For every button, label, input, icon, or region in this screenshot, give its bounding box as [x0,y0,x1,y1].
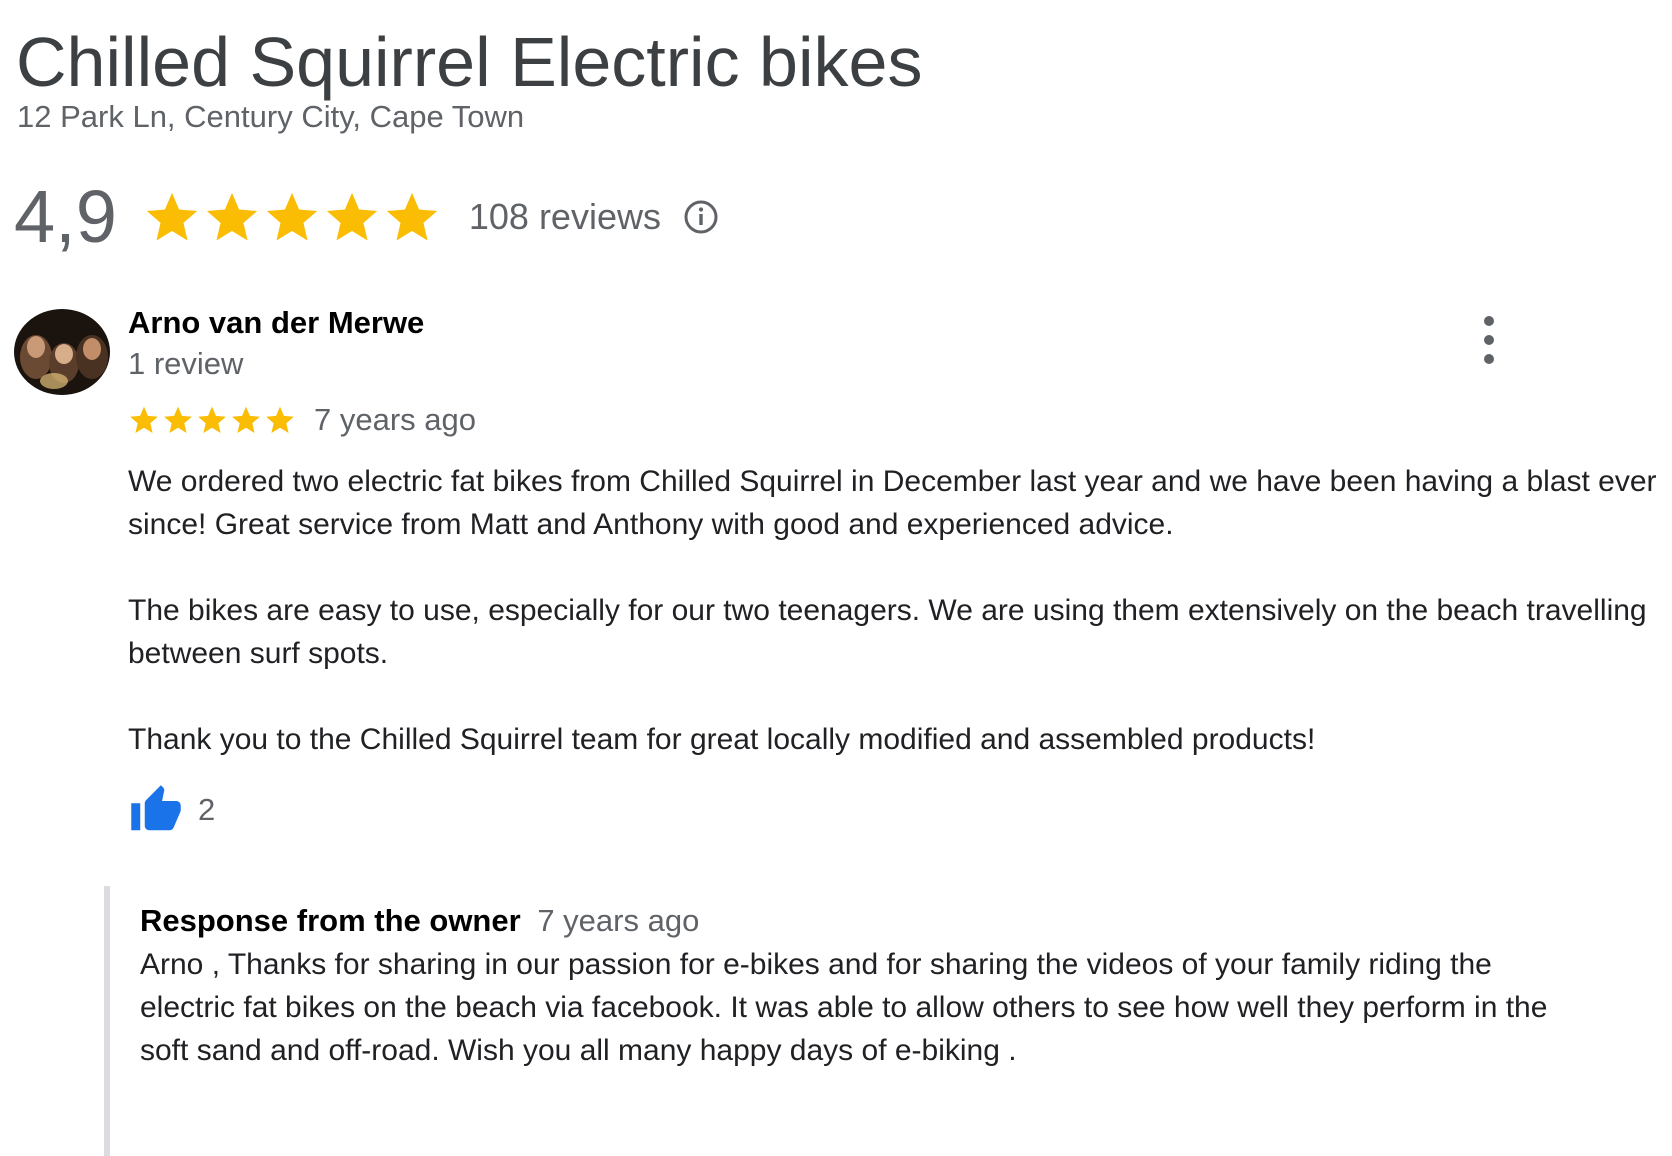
rating-summary: 4,9 108 reviews [14,172,719,262]
reviewer-name[interactable]: Arno van der Merwe [128,304,424,342]
review-count-link[interactable]: 108 reviews [469,196,661,238]
avatar[interactable] [14,309,110,395]
star-icon [206,192,258,241]
thumbs-up-icon [131,785,181,831]
owner-response-title: Response from the owner [140,903,521,938]
review-rating-row: 7 years ago [128,400,476,440]
like-button[interactable]: 2 [128,780,215,840]
review-stars [128,404,296,436]
business-name: Chilled Squirrel Electric bikes [16,23,923,101]
business-address: 12 Park Ln, Century City, Cape Town [17,99,525,134]
review-paragraph: We ordered two electric fat bikes from C… [128,465,1657,541]
owner-response-header: Response from the owner 7 years ago [140,902,699,940]
like-count: 2 [198,792,216,827]
star-icon [130,406,158,433]
owner-response-date: 7 years ago [537,903,700,938]
review-body: We ordered two electric fat bikes from C… [128,460,1658,804]
owner-response-text: Arno , Thanks for sharing in our passion… [140,948,1548,1067]
more-vert-icon[interactable] [1472,316,1506,364]
info-icon[interactable] [683,199,719,235]
owner-response: Response from the owner 7 years ago Arno… [104,886,1670,1156]
review-page: Chilled Squirrel Electric bikes 12 Park … [0,0,1672,1156]
star-icon [386,192,438,241]
star-icon [198,406,226,433]
rating-value: 4,9 [14,175,117,258]
star-icon [266,406,294,433]
rating-stars [143,188,441,246]
star-icon [232,406,260,433]
star-icon [146,192,198,241]
star-icon [164,406,192,433]
review-date: 7 years ago [314,402,476,437]
review-paragraph: The bikes are easy to use, especially fo… [128,594,1647,670]
star-icon [266,192,318,241]
reviewer-review-count: 1 review [128,346,244,381]
review-paragraph: Thank you to the Chilled Squirrel team f… [128,723,1316,756]
star-icon [326,192,378,241]
